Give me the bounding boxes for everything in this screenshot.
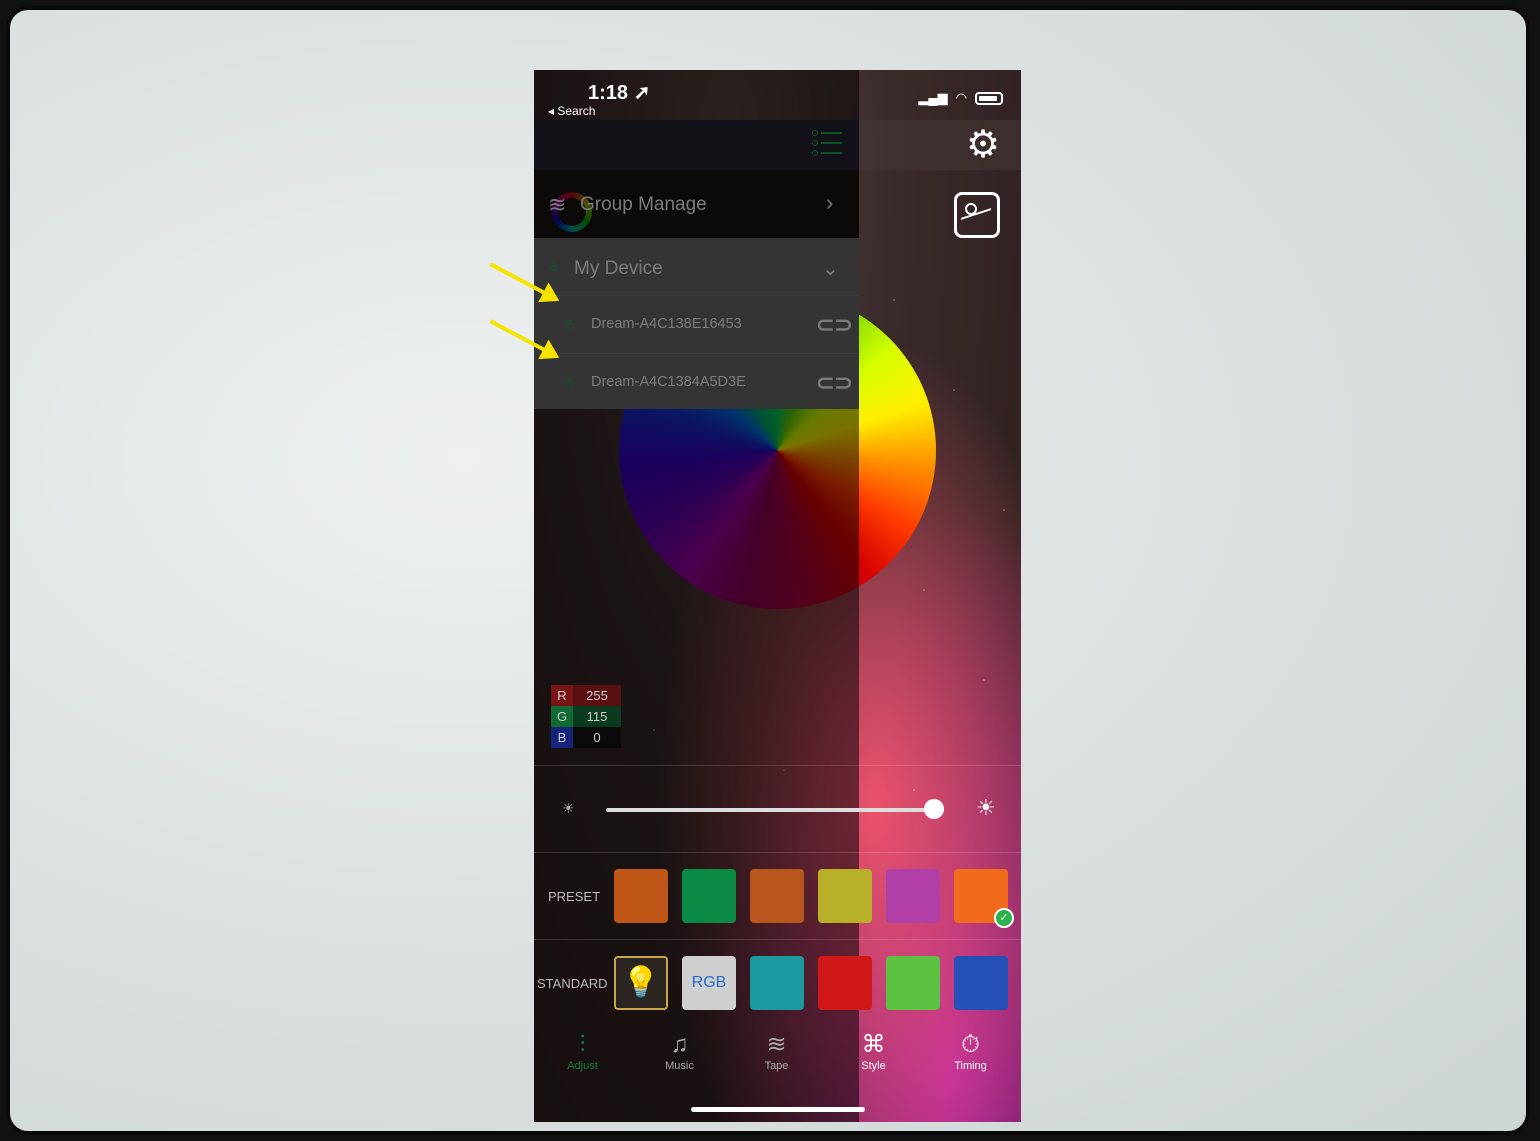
standard-swatch[interactable]: [750, 956, 804, 1010]
b-value: 0: [573, 727, 621, 748]
group-manage-row[interactable]: ≋ Group Manage ›: [534, 170, 859, 238]
standard-label: STANDARD: [537, 976, 608, 991]
white-light-swatch[interactable]: 💡: [614, 956, 668, 1010]
r-value: 255: [573, 685, 621, 706]
image-gallery-icon[interactable]: [954, 192, 1000, 238]
lightbulb-icon: 💡: [622, 966, 660, 999]
tab-music[interactable]: ♫ Music: [631, 1030, 728, 1072]
wave-icon: ≋: [766, 1031, 787, 1058]
divider: [534, 765, 1021, 766]
preset-swatch[interactable]: [682, 869, 736, 923]
link-icon[interactable]: ⊂⊃: [816, 370, 853, 396]
device-row[interactable]: ♁ Dream-A4C1384A5D3E ⊂⊃: [534, 354, 859, 411]
standard-swatch[interactable]: [954, 956, 1008, 1010]
battery-icon: [975, 91, 1003, 105]
layers-icon: ≋: [548, 192, 567, 217]
b-label: B: [551, 727, 573, 748]
device-name: Dream-A4C1384A5D3E: [591, 374, 746, 390]
device-name: Dream-A4C138E16453: [591, 316, 742, 332]
bulb-icon: ♁: [562, 368, 579, 393]
tab-label: Music: [665, 1060, 694, 1072]
chevron-down-icon: ⌄: [822, 258, 839, 280]
divider: [534, 939, 1021, 940]
status-icons: ▂▄▆ ◠: [918, 90, 1003, 106]
tab-bar: ⫶ Adjust ♫ Music ≋ Tape ⌘ Style ⏱ Timing: [534, 1030, 1021, 1090]
preset-swatch[interactable]: [818, 869, 872, 923]
device-panel: ♁ My Device ⌄ ♁ Dream-A4C138E16453 ⊂⊃ ♁ …: [534, 238, 859, 409]
sliders-icon: ⫶: [579, 1031, 586, 1058]
brightness-low-icon: ☀: [562, 800, 575, 816]
g-value: 115: [573, 706, 621, 727]
my-device-header[interactable]: ♁ My Device ⌄: [534, 238, 859, 296]
tab-label: Tape: [764, 1060, 789, 1072]
link-icon[interactable]: ⊂⊃: [816, 312, 853, 338]
rgb-swatch[interactable]: RGB: [682, 956, 736, 1010]
preset-swatch[interactable]: [614, 869, 668, 923]
preset-label: PRESET: [548, 889, 601, 904]
tab-timing[interactable]: ⏱ Timing: [922, 1030, 1019, 1072]
device-row[interactable]: ♁ Dream-A4C138E16453 ⊂⊃: [534, 296, 859, 354]
bulb-icon: ♁: [562, 310, 579, 335]
group-manage-label: Group Manage: [580, 194, 707, 215]
music-note-icon: ♫: [670, 1031, 689, 1058]
tab-label: Style: [861, 1060, 886, 1072]
standard-swatch[interactable]: [886, 956, 940, 1010]
wifi-icon: ◠: [955, 90, 967, 105]
back-to-search-link[interactable]: ◂ Search: [548, 104, 595, 118]
top-bar: [534, 120, 1021, 170]
status-time: 1:18 ➚: [588, 82, 651, 104]
settings-gear-icon[interactable]: ⚙: [964, 126, 1002, 164]
menu-header: [534, 120, 859, 170]
chevron-right-icon: ›: [826, 190, 834, 215]
brightness-slider[interactable]: [606, 808, 944, 812]
selected-check-icon: ✓: [994, 908, 1014, 928]
bulb-icon: ♁: [546, 252, 563, 277]
standard-swatch[interactable]: [818, 956, 872, 1010]
r-label: R: [551, 685, 573, 706]
phone-screen: 1:18 ➚ ◂ Search ▂▄▆ ◠ ⚙ ≋ Group Manage ›…: [534, 70, 1021, 1122]
tab-style[interactable]: ⌘ Style: [825, 1030, 922, 1072]
tab-label: Timing: [954, 1060, 987, 1072]
g-label: G: [551, 706, 573, 727]
screenshot-frame: 1:18 ➚ ◂ Search ▂▄▆ ◠ ⚙ ≋ Group Manage ›…: [6, 6, 1530, 1135]
tab-label: Adjust: [567, 1060, 598, 1072]
tab-tape[interactable]: ≋ Tape: [728, 1030, 825, 1072]
list-menu-icon[interactable]: [812, 130, 842, 160]
brightness-high-icon: ☀: [976, 795, 996, 820]
command-icon: ⌘: [861, 1031, 886, 1058]
tab-adjust[interactable]: ⫶ Adjust: [534, 1030, 631, 1072]
divider: [534, 852, 1021, 853]
status-bar: 1:18 ➚ ◂ Search ▂▄▆ ◠: [534, 70, 1021, 120]
preset-swatch[interactable]: [886, 869, 940, 923]
home-indicator: [691, 1107, 865, 1112]
rgb-readout: R 255 G 115 B0: [551, 685, 621, 748]
brightness-slider-knob[interactable]: [923, 799, 944, 819]
cellular-signal-icon: ▂▄▆: [918, 90, 948, 105]
preset-swatch[interactable]: [750, 869, 804, 923]
timer-icon: ⏱: [961, 1031, 980, 1058]
my-device-label: My Device: [574, 258, 663, 279]
